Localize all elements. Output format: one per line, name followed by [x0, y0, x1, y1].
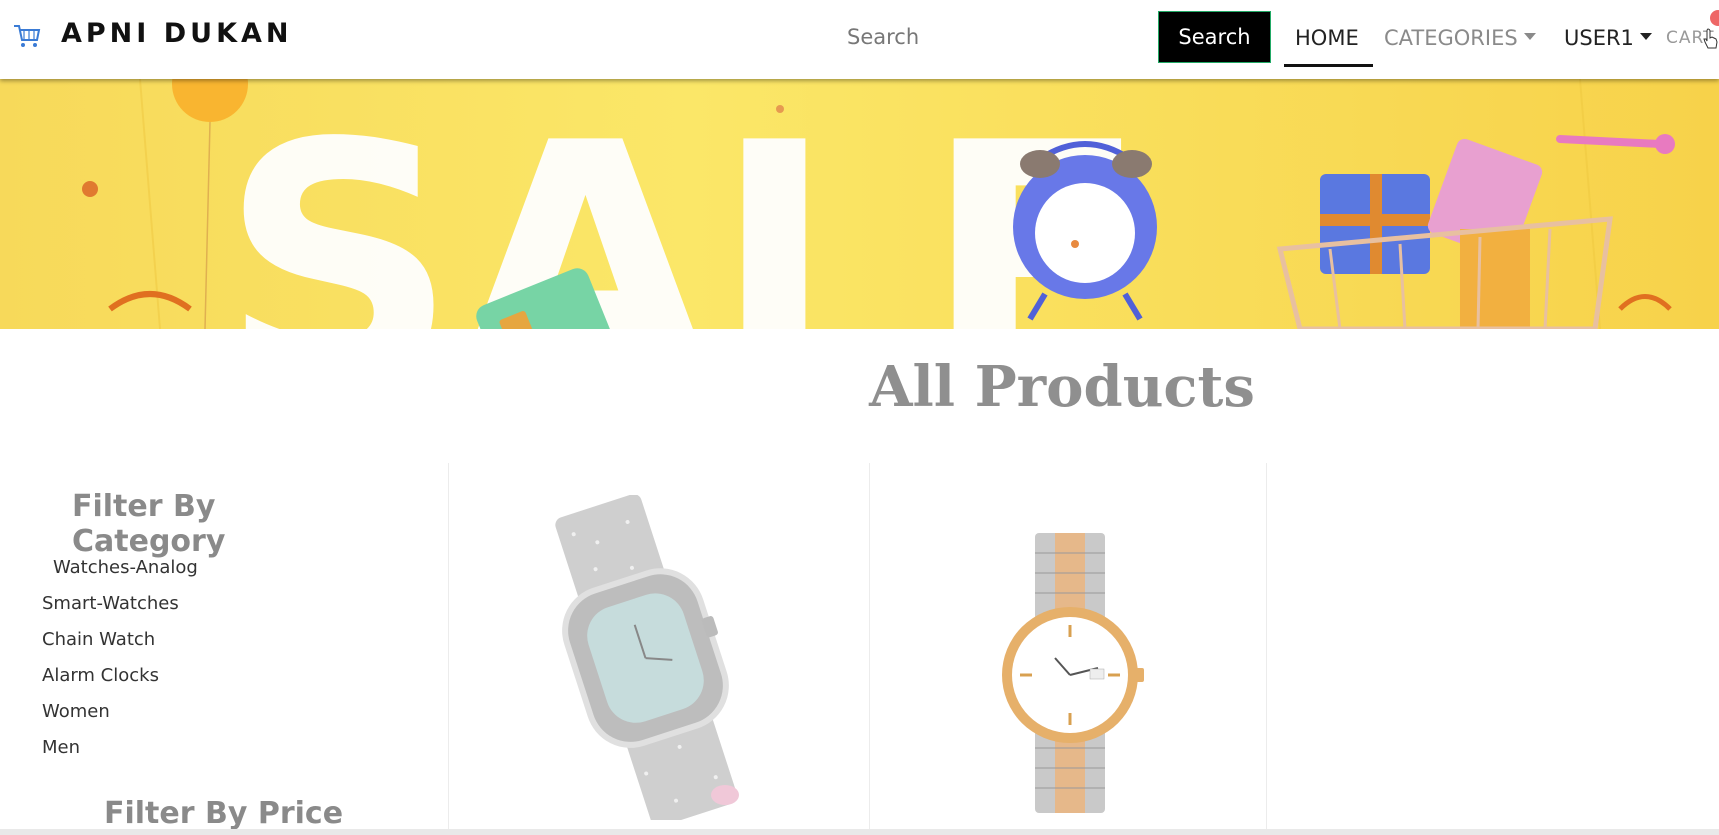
grid-divider: [448, 463, 449, 835]
caret-down-icon: [1639, 32, 1652, 40]
filter-price-title: Filter By Price: [104, 796, 344, 831]
search-button[interactable]: Search: [1158, 11, 1271, 63]
nav-user-label: USER1: [1564, 26, 1634, 50]
brand-logo[interactable]: APNI DUKAN: [61, 18, 292, 49]
active-nav-underline: [1284, 64, 1373, 67]
cart-icon[interactable]: [12, 22, 42, 50]
sale-banner-art: SALE: [82, 79, 1675, 329]
sale-banner[interactable]: SALE: [0, 79, 1719, 329]
product-image-diamond-watch[interactable]: [540, 495, 770, 820]
category-item-alarm-clocks[interactable]: Alarm Clocks: [42, 663, 198, 699]
navbar: APNI DUKAN Search HOME CATEGORIES USER1 …: [0, 0, 1719, 79]
page-title: All Products: [869, 354, 1255, 420]
product-image-two-tone-watch[interactable]: [1000, 533, 1145, 813]
category-item-smart-watches[interactable]: Smart-Watches: [42, 591, 198, 627]
category-item-chain-watch[interactable]: Chain Watch: [42, 627, 198, 663]
nav-user-dropdown[interactable]: USER1: [1564, 20, 1652, 56]
nav-home[interactable]: HOME: [1295, 20, 1359, 56]
category-item-women[interactable]: Women: [42, 699, 198, 735]
nav-categories-label: CATEGORIES: [1384, 26, 1518, 50]
nav-categories-dropdown[interactable]: CATEGORIES: [1384, 20, 1536, 56]
grid-divider: [1266, 463, 1267, 835]
category-list: Watches-Analog Smart-Watches Chain Watch…: [42, 555, 198, 771]
category-item-watches-analog[interactable]: Watches-Analog: [42, 555, 198, 591]
grid-divider: [869, 463, 870, 835]
cart-count-badge: [1710, 10, 1719, 26]
category-item-men[interactable]: Men: [42, 735, 198, 771]
search-input[interactable]: [847, 14, 1147, 60]
banner-sale-text: SALE: [220, 79, 1149, 329]
caret-down-icon: [1523, 32, 1536, 40]
filter-category-title: Filter By Category: [72, 489, 226, 559]
hand-pointer-icon: [1703, 28, 1718, 49]
horizontal-scrollbar[interactable]: [0, 829, 1719, 835]
gift-cart-icon: [1276, 134, 1675, 329]
